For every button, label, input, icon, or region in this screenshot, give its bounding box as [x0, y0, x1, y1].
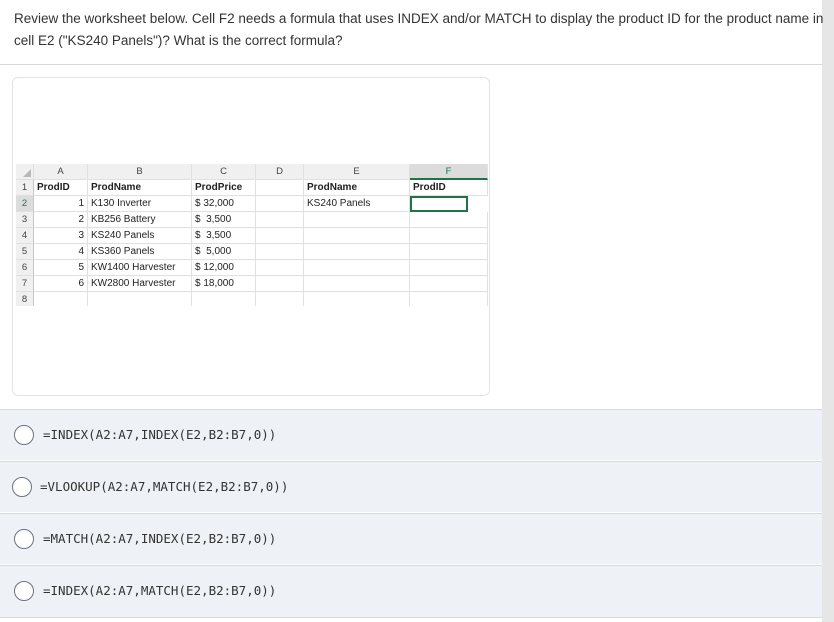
cell-d7 [256, 276, 304, 292]
row-number: 3 [16, 212, 34, 228]
cell-d2 [256, 196, 304, 212]
cell-b4: KS240 Panels [88, 228, 192, 244]
column-header-row: A B C D E F [16, 164, 488, 181]
column-header-selected: F [410, 164, 488, 180]
radio-button[interactable] [12, 477, 32, 497]
answer-option-2[interactable]: =VLOOKUP(A2:A7,MATCH(E2,B2:B7,0)) [0, 461, 822, 512]
cell-d4 [256, 228, 304, 244]
cell-f7 [410, 276, 488, 292]
row-number: 1 [16, 180, 34, 196]
cell-b3: KB256 Battery [88, 212, 192, 228]
answer-option-3[interactable]: =MATCH(A2:A7,INDEX(E2,B2:B7,0)) [0, 513, 822, 564]
cell-a6: 5 [34, 260, 88, 276]
cell-f4 [410, 228, 488, 244]
answer-option-1[interactable]: =INDEX(A2:A7,INDEX(E2,B2:B7,0)) [0, 409, 822, 460]
cell-c8 [192, 292, 256, 306]
cell-f1: ProdID [410, 180, 488, 196]
cell-c3: $ 3,500 [192, 212, 256, 228]
cell-f6 [410, 260, 488, 276]
cell-b2: K130 Inverter [88, 196, 192, 212]
column-header: C [192, 164, 256, 180]
cell-e4 [304, 228, 410, 244]
select-all-corner [16, 164, 34, 180]
cell-c5: $ 5,000 [192, 244, 256, 260]
cell-d5 [256, 244, 304, 260]
cell-d3 [256, 212, 304, 228]
cell-a3: 2 [34, 212, 88, 228]
cell-b6: KW1400 Harvester [88, 260, 192, 276]
cell-a7: 6 [34, 276, 88, 292]
cell-f3 [410, 212, 488, 228]
cell-a8 [34, 292, 88, 306]
column-header: B [88, 164, 192, 180]
cell-e6 [304, 260, 410, 276]
corner-triangle-icon [23, 169, 31, 177]
cell-f8 [410, 292, 488, 306]
row-number: 8 [16, 292, 34, 306]
row-number-selected: 2 [16, 196, 34, 212]
page-scrollbar[interactable] [822, 0, 834, 622]
cell-c6: $ 12,000 [192, 260, 256, 276]
column-header: D [256, 164, 304, 180]
radio-button[interactable] [14, 529, 34, 549]
cell-f2-selected [410, 196, 468, 212]
cell-a1: ProdID [34, 180, 88, 196]
cell-d6 [256, 260, 304, 276]
cell-a5: 4 [34, 244, 88, 260]
radio-button[interactable] [14, 425, 34, 445]
row-number: 7 [16, 276, 34, 292]
cell-e2: KS240 Panels [304, 196, 410, 212]
row-number: 5 [16, 244, 34, 260]
option-label: =MATCH(A2:A7,INDEX(E2,B2:B7,0)) [43, 531, 277, 546]
cell-c2: $ 32,000 [192, 196, 256, 212]
cell-e3 [304, 212, 410, 228]
option-label: =INDEX(A2:A7,INDEX(E2,B2:B7,0)) [43, 427, 277, 442]
column-header: E [304, 164, 410, 180]
cell-b7: KW2800 Harvester [88, 276, 192, 292]
radio-button[interactable] [14, 581, 34, 601]
cell-b5: KS360 Panels [88, 244, 192, 260]
row-number: 6 [16, 260, 34, 276]
cell-e7 [304, 276, 410, 292]
cell-f5 [410, 244, 488, 260]
cell-d8 [256, 292, 304, 306]
cell-e5 [304, 244, 410, 260]
option-label: =VLOOKUP(A2:A7,MATCH(E2,B2:B7,0)) [40, 479, 289, 494]
cell-e8 [304, 292, 410, 306]
question-divider [0, 64, 822, 65]
cell-c4: $ 3,500 [192, 228, 256, 244]
option-label: =INDEX(A2:A7,MATCH(E2,B2:B7,0)) [43, 583, 277, 598]
cell-c7: $ 18,000 [192, 276, 256, 292]
cell-b8 [88, 292, 192, 306]
cell-d1 [256, 180, 304, 196]
cell-c1: ProdPrice [192, 180, 256, 196]
cell-e1: ProdName [304, 180, 410, 196]
answer-option-4[interactable]: =INDEX(A2:A7,MATCH(E2,B2:B7,0)) [0, 565, 822, 618]
question-text: Review the worksheet below. Cell F2 need… [14, 11, 824, 48]
column-header: A [34, 164, 88, 180]
row-number: 4 [16, 228, 34, 244]
cell-a4: 3 [34, 228, 88, 244]
cell-b1: ProdName [88, 180, 192, 196]
cell-a2: 1 [34, 196, 88, 212]
